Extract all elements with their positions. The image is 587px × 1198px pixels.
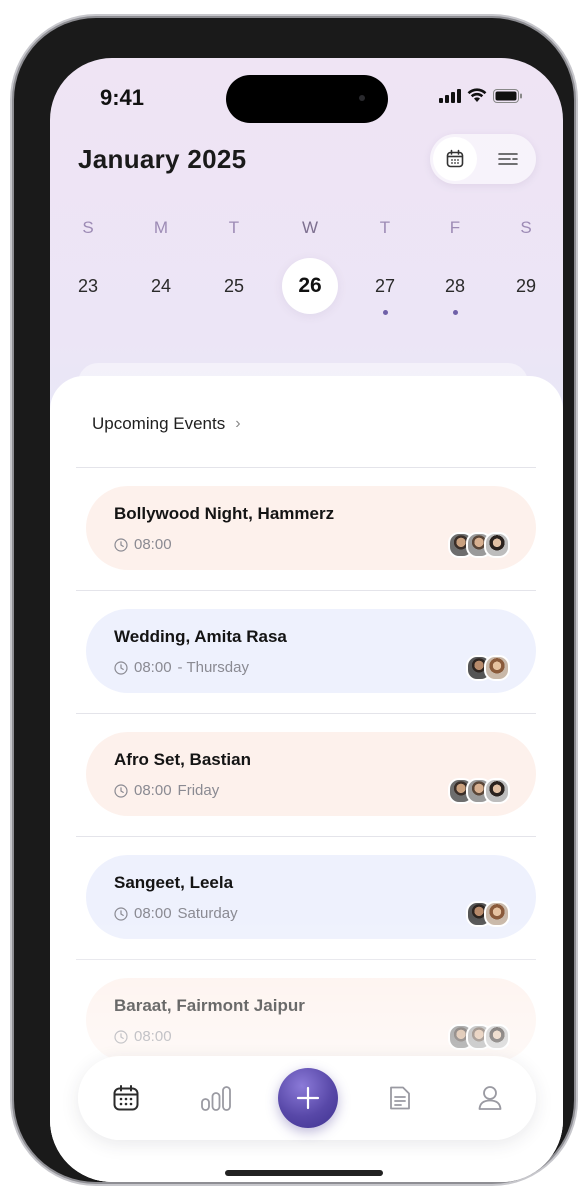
day-sun-23[interactable]: S 23 [58,218,118,296]
day-number: 28 [444,276,466,296]
weekday-label: S [520,218,532,237]
attendee-avatars [448,532,510,558]
day-tue-25[interactable]: T 25 [204,218,264,296]
attendee-avatars [466,901,510,927]
attendee-avatars [466,655,510,681]
event-meta: 08:00 Saturday [114,905,238,922]
event-dot [383,310,388,315]
divider [76,836,536,837]
avatar [484,1024,510,1050]
avatar [484,532,510,558]
wifi-icon [467,88,487,102]
event-time: 08:00 [134,536,172,553]
battery-icon [493,88,522,103]
phone-frame: 9:41 January 2025 S 23 M 24 T 25 W 26 T … [14,18,574,1182]
add-event-button[interactable] [278,1068,338,1128]
weekday-label: T [379,218,391,237]
day-number: 27 [374,276,396,296]
avatar [484,778,510,804]
day-fri-28[interactable]: F 28 [425,218,485,315]
attendee-avatars [448,1024,510,1050]
event-dot [453,310,458,315]
divider [76,959,536,960]
day-number: 23 [77,276,99,296]
event-day: - Thursday [177,659,249,676]
bar-chart-icon [201,1086,231,1111]
clock-icon [114,660,128,675]
dynamic-island [226,75,388,123]
clock-icon [114,783,128,798]
calendar-icon [446,149,464,168]
attendee-avatars [448,778,510,804]
app-screen: 9:41 January 2025 S 23 M 24 T 25 W 26 T … [50,58,563,1182]
event-meta: 08:00 Friday [114,782,219,799]
weekday-label: F [449,218,461,237]
event-card[interactable]: Baraat, Fairmont Jaipur 08:00 [86,978,536,1062]
event-card[interactable]: Bollywood Night, Hammerz 08:00 [86,486,536,570]
list-view-button[interactable] [486,137,530,181]
day-sat-29[interactable]: S 29 [496,218,556,296]
clock-icon [114,537,128,552]
day-mon-24[interactable]: M 24 [131,218,191,296]
event-day: Saturday [177,905,238,922]
chevron-right-icon: › [235,415,241,432]
avatar [484,901,510,927]
view-toggle [430,134,536,184]
plus-icon [296,1086,320,1110]
weekday-label: T [228,218,240,237]
event-time: 08:00 [134,1028,172,1045]
cellular-signal-icon [439,88,461,103]
event-title: Wedding, Amita Rasa [114,627,287,646]
document-icon [390,1086,410,1110]
bottom-tab-bar [78,1056,536,1140]
event-card[interactable]: Sangeet, Leela 08:00 Saturday [86,855,536,939]
home-indicator [225,1170,383,1176]
calendar-view-button[interactable] [433,137,477,181]
event-card[interactable]: Afro Set, Bastian 08:00 Friday [86,732,536,816]
tab-calendar[interactable] [106,1078,146,1118]
event-time: 08:00 [134,782,172,799]
day-number: 24 [150,276,172,296]
day-number-selected: 26 [282,258,338,314]
divider [76,467,536,468]
event-meta: 08:00 [114,536,178,553]
tab-profile[interactable] [470,1078,510,1118]
event-meta: 08:00 [114,1028,178,1045]
section-title: Upcoming Events [92,414,226,433]
tab-stats[interactable] [196,1078,236,1118]
event-time: 08:00 [134,659,172,676]
event-time: 08:00 [134,905,172,922]
clock-icon [114,1029,128,1044]
user-icon [478,1086,502,1110]
calendar-icon [113,1085,139,1111]
divider [76,590,536,591]
upcoming-events-link[interactable]: Upcoming Events › [78,404,255,444]
event-day: Friday [177,782,220,799]
divider [76,713,536,714]
day-wed-26-selected[interactable]: W 26 [280,218,340,314]
event-title: Baraat, Fairmont Jaipur [114,996,305,1015]
status-time: 9:41 [100,85,145,110]
weekday-label: W [301,218,319,237]
event-title: Afro Set, Bastian [114,750,251,769]
avatar [484,655,510,681]
clock-icon [114,906,128,921]
tab-notes[interactable] [380,1078,420,1118]
month-title: January 2025 [78,144,247,174]
day-number: 25 [223,276,245,296]
weekday-label: M [153,218,169,237]
event-title: Sangeet, Leela [114,873,234,892]
event-card[interactable]: Wedding, Amita Rasa 08:00 - Thursday [86,609,536,693]
day-thu-27[interactable]: T 27 [355,218,415,315]
filter-list-icon [498,153,518,165]
status-icons [439,88,523,103]
event-meta: 08:00 - Thursday [114,659,249,676]
event-title: Bollywood Night, Hammerz [114,504,335,523]
day-number: 29 [515,276,537,296]
weekday-label: S [82,218,94,237]
